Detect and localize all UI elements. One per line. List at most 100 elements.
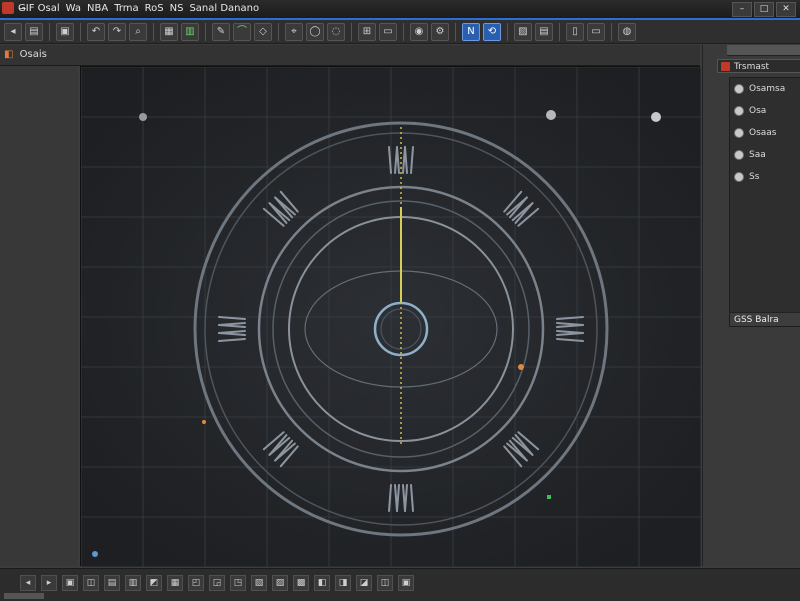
settings-icon[interactable]: ⚙ [431, 22, 449, 41]
select-icon[interactable]: N [462, 22, 480, 41]
status-button[interactable]: ◂ [20, 575, 36, 591]
status-button[interactable]: ◫ [83, 575, 99, 591]
brush-icon[interactable]: ⌒ [233, 22, 251, 41]
outliner-item[interactable] [730, 188, 800, 210]
title-segment: NS [169, 3, 184, 14]
status-button[interactable]: ▧ [251, 575, 267, 591]
minimize-button[interactable]: – [732, 2, 752, 17]
render-icon[interactable]: ▤ [535, 22, 553, 41]
eraser-icon[interactable]: ◇ [254, 22, 272, 41]
vertex-marker[interactable] [202, 420, 206, 424]
outliner-item[interactable] [730, 210, 800, 232]
zoom-icon[interactable]: ⌕ [129, 22, 147, 41]
title-segment: Trma [114, 3, 139, 14]
toolbar-separator [205, 22, 206, 41]
layout-icon[interactable]: ▭ [379, 22, 397, 41]
measure-icon[interactable]: ⊞ [358, 22, 376, 41]
toolbar-separator [49, 22, 50, 41]
undo-icon[interactable]: ↶ [87, 22, 105, 41]
3d-viewport[interactable] [80, 66, 701, 567]
outliner-item-label: Saa [749, 150, 766, 160]
node-icon[interactable]: ◉ [410, 22, 428, 41]
file-icon[interactable]: ▤ [25, 22, 43, 41]
view-icon[interactable]: ▨ [514, 22, 532, 41]
status-button[interactable]: ▨ [272, 575, 288, 591]
status-button[interactable]: ◫ [377, 575, 393, 591]
visibility-icon[interactable] [734, 172, 744, 182]
visibility-icon[interactable] [734, 150, 744, 160]
arrow-back-icon[interactable]: ◂ [4, 22, 22, 41]
window-title: G̶IF Osal Wa NBA Trma RoS NS Sanal Danano [18, 3, 265, 14]
status-button[interactable]: ◰ [188, 575, 204, 591]
console-icon[interactable]: ▭ [587, 22, 605, 41]
status-button[interactable]: ▤ [104, 575, 120, 591]
circle-icon[interactable]: ◯ [306, 22, 324, 41]
status-button[interactable]: ▦ [167, 575, 183, 591]
toolbar-separator [80, 22, 81, 41]
camera-gizmo[interactable] [651, 112, 661, 122]
panel-header [727, 45, 800, 56]
status-button[interactable]: ▩ [293, 575, 309, 591]
ellipse-icon[interactable]: ◌ [327, 22, 345, 41]
outliner-item-label: Ss [749, 172, 760, 182]
transform-icon[interactable]: ⟲ [483, 22, 501, 41]
status-button[interactable]: ◨ [335, 575, 351, 591]
properties-panel: Trsmast Osamsa Osa Osaas Saa Ss GSS Balra [702, 45, 800, 566]
title-segment: G̶IF Osal [18, 3, 60, 14]
options-icon[interactable]: ◍ [618, 22, 636, 41]
status-button[interactable]: ▸ [41, 575, 57, 591]
title-segment: NBA [87, 3, 109, 14]
pen-icon[interactable]: ✎ [212, 22, 230, 41]
image-icon[interactable]: ▣ [56, 22, 74, 41]
visibility-icon[interactable] [734, 106, 744, 116]
outliner-item[interactable]: Ss [730, 166, 800, 188]
status-button[interactable]: ◪ [356, 575, 372, 591]
close-button[interactable]: ✕ [776, 2, 796, 17]
pivot-point[interactable] [518, 364, 524, 370]
title-segment: Wa [65, 3, 82, 14]
light-gizmo[interactable] [546, 110, 556, 120]
axis-gizmo[interactable] [92, 551, 98, 557]
layer-icon[interactable]: ▥ [181, 22, 199, 41]
status-button[interactable]: ◲ [209, 575, 225, 591]
grid-icon[interactable]: ▦ [160, 22, 178, 41]
toolbar-separator [403, 22, 404, 41]
redo-icon[interactable]: ↷ [108, 22, 126, 41]
status-button[interactable]: ◧ [314, 575, 330, 591]
outliner-item[interactable]: Saa [730, 144, 800, 166]
app-icon[interactable] [2, 2, 14, 14]
panel-tab-label: Trsmast [734, 62, 770, 72]
panel-tab[interactable]: Trsmast [717, 59, 800, 73]
outliner-item-label: Osaas [749, 128, 777, 138]
title-bar: G̶IF Osal Wa NBA Trma RoS NS Sanal Danano – □ … [0, 0, 800, 20]
viewport-label: Osais [19, 49, 47, 60]
maximize-button[interactable]: □ [754, 2, 774, 17]
coordinate-readout [4, 593, 44, 599]
outliner-icon [721, 62, 730, 71]
status-button[interactable]: ▥ [125, 575, 141, 591]
status-bar: ◂ ▸ ▣ ◫ ▤ ▥ ◩ ▦ ◰ ◲ ◳ ▧ ▨ ▩ ◧ ◨ ◪ ◫ ▣ [0, 568, 800, 601]
viewport-canvas[interactable] [81, 67, 701, 567]
outliner-item[interactable] [730, 232, 800, 254]
status-button[interactable]: ◩ [146, 575, 162, 591]
origin-gizmo[interactable] [139, 113, 147, 121]
window-controls: – □ ✕ [732, 2, 796, 17]
outliner-item[interactable] [730, 254, 800, 276]
snap-icon[interactable]: ⌖ [285, 22, 303, 41]
toolbar-separator [611, 22, 612, 41]
outliner-item[interactable]: Osamsa [730, 78, 800, 100]
title-segment: Sanal Danano [189, 3, 260, 14]
outliner-item[interactable]: Osaas [730, 122, 800, 144]
main-toolbar: ◂ ▤ ▣ ↶ ↷ ⌕ ▦ ▥ ✎ ⌒ ◇ ⌖ ◯ ◌ ⊞ ▭ ◉ ⚙ N ⟲ ▨ ▤ ▯ ▭ ◍ [0, 20, 800, 44]
panel-icon[interactable]: ▯ [566, 22, 584, 41]
visibility-icon[interactable] [734, 84, 744, 94]
visibility-icon[interactable] [734, 128, 744, 138]
outliner-item[interactable]: Osa [730, 100, 800, 122]
toolbar-separator [559, 22, 560, 41]
status-button[interactable]: ◳ [230, 575, 246, 591]
status-button[interactable]: ▣ [62, 575, 78, 591]
panel-footer[interactable]: GSS Balra [730, 312, 800, 326]
toolbar-separator [153, 22, 154, 41]
status-button[interactable]: ▣ [398, 575, 414, 591]
anchor-marker[interactable] [547, 495, 551, 499]
